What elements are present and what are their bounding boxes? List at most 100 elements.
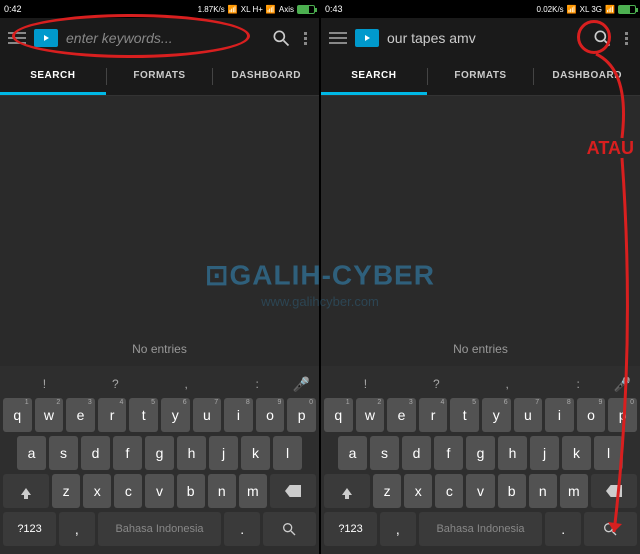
space-key[interactable]: Bahasa Indonesia [419, 512, 543, 546]
menu-button[interactable] [4, 25, 30, 51]
search-key[interactable] [584, 512, 637, 546]
key-a[interactable]: a [17, 436, 46, 470]
mic-icon[interactable]: 🎤 [614, 376, 631, 393]
search-key[interactable] [263, 512, 316, 546]
key-m[interactable]: m [560, 474, 588, 508]
key-g[interactable]: g [145, 436, 174, 470]
key-s[interactable]: s [49, 436, 78, 470]
key-w[interactable]: w2 [356, 398, 385, 432]
key-g[interactable]: g [466, 436, 495, 470]
backspace-key[interactable] [591, 474, 637, 508]
key-r[interactable]: r4 [98, 398, 127, 432]
status-time: 0:42 [4, 4, 22, 14]
key-e[interactable]: e3 [387, 398, 416, 432]
key-i[interactable]: i8 [224, 398, 253, 432]
key-b[interactable]: b [177, 474, 205, 508]
key-h[interactable]: h [177, 436, 206, 470]
mic-icon[interactable]: 🎤 [293, 376, 310, 393]
suggestion[interactable]: : [543, 377, 614, 391]
symbols-key[interactable]: ?123 [324, 512, 377, 546]
key-o[interactable]: o9 [256, 398, 285, 432]
key-z[interactable]: z [52, 474, 80, 508]
shift-key[interactable] [3, 474, 49, 508]
key-j[interactable]: j [530, 436, 559, 470]
symbols-key[interactable]: ?123 [3, 512, 56, 546]
suggestion[interactable]: : [222, 377, 293, 391]
key-e[interactable]: e3 [66, 398, 95, 432]
battery-icon [618, 5, 636, 14]
menu-button[interactable] [325, 25, 351, 51]
comma-key[interactable]: , [59, 512, 94, 546]
app-icon[interactable] [355, 29, 379, 47]
key-u[interactable]: u7 [514, 398, 543, 432]
key-w[interactable]: w2 [35, 398, 64, 432]
key-z[interactable]: z [373, 474, 401, 508]
key-t[interactable]: t5 [450, 398, 479, 432]
suggestion[interactable]: ! [9, 377, 80, 391]
app-icon[interactable] [34, 29, 58, 47]
key-x[interactable]: x [83, 474, 111, 508]
key-t[interactable]: t5 [129, 398, 158, 432]
key-b[interactable]: b [498, 474, 526, 508]
key-v[interactable]: v [466, 474, 494, 508]
suggestion[interactable]: , [472, 377, 543, 391]
suggestion[interactable]: ? [401, 377, 472, 391]
key-a[interactable]: a [338, 436, 367, 470]
key-k[interactable]: k [241, 436, 270, 470]
key-c[interactable]: c [435, 474, 463, 508]
overflow-menu[interactable] [295, 32, 315, 45]
key-n[interactable]: n [208, 474, 236, 508]
suggestion-row: ! ? , : 🎤 [324, 370, 637, 398]
shift-key[interactable] [324, 474, 370, 508]
period-key[interactable]: . [224, 512, 259, 546]
tab-dashboard[interactable]: DASHBOARD [534, 58, 640, 95]
content-area: No entries [0, 96, 319, 366]
tab-formats[interactable]: FORMATS [428, 58, 534, 95]
search-icon[interactable] [592, 28, 612, 48]
key-r[interactable]: r4 [419, 398, 448, 432]
key-h[interactable]: h [498, 436, 527, 470]
suggestion[interactable]: ! [330, 377, 401, 391]
overflow-menu[interactable] [616, 32, 636, 45]
key-x[interactable]: x [404, 474, 432, 508]
key-k[interactable]: k [562, 436, 591, 470]
key-o[interactable]: o9 [577, 398, 606, 432]
backspace-key[interactable] [270, 474, 316, 508]
search-input[interactable] [383, 26, 588, 50]
key-n[interactable]: n [529, 474, 557, 508]
phone-left: 0:42 1.87K/s 📶 XL H+ 📶 Axis SEARCH FORMA… [0, 0, 319, 554]
space-key[interactable]: Bahasa Indonesia [98, 512, 222, 546]
key-l[interactable]: l [273, 436, 302, 470]
period-key[interactable]: . [545, 512, 580, 546]
search-input[interactable] [62, 26, 267, 50]
keyboard: ! ? , : 🎤 q1w2e3r4t5y6u7i8o9p0 asdfghjkl… [0, 366, 319, 554]
tab-formats[interactable]: FORMATS [107, 58, 213, 95]
key-q[interactable]: q1 [324, 398, 353, 432]
suggestion[interactable]: , [151, 377, 222, 391]
key-s[interactable]: s [370, 436, 399, 470]
key-d[interactable]: d [402, 436, 431, 470]
key-q[interactable]: q1 [3, 398, 32, 432]
comma-key[interactable]: , [380, 512, 415, 546]
key-p[interactable]: p0 [608, 398, 637, 432]
tab-search[interactable]: SEARCH [0, 58, 106, 95]
key-u[interactable]: u7 [193, 398, 222, 432]
key-l[interactable]: l [594, 436, 623, 470]
key-c[interactable]: c [114, 474, 142, 508]
key-f[interactable]: f [434, 436, 463, 470]
key-m[interactable]: m [239, 474, 267, 508]
key-i[interactable]: i8 [545, 398, 574, 432]
key-p[interactable]: p0 [287, 398, 316, 432]
key-v[interactable]: v [145, 474, 173, 508]
key-j[interactable]: j [209, 436, 238, 470]
key-d[interactable]: d [81, 436, 110, 470]
key-y[interactable]: y6 [161, 398, 190, 432]
search-icon[interactable] [271, 28, 291, 48]
suggestion[interactable]: ? [80, 377, 151, 391]
tab-search[interactable]: SEARCH [321, 58, 427, 95]
key-f[interactable]: f [113, 436, 142, 470]
status-bar: 0:42 1.87K/s 📶 XL H+ 📶 Axis [0, 0, 319, 18]
key-y[interactable]: y6 [482, 398, 511, 432]
tab-dashboard[interactable]: DASHBOARD [213, 58, 319, 95]
empty-message: No entries [453, 342, 508, 356]
